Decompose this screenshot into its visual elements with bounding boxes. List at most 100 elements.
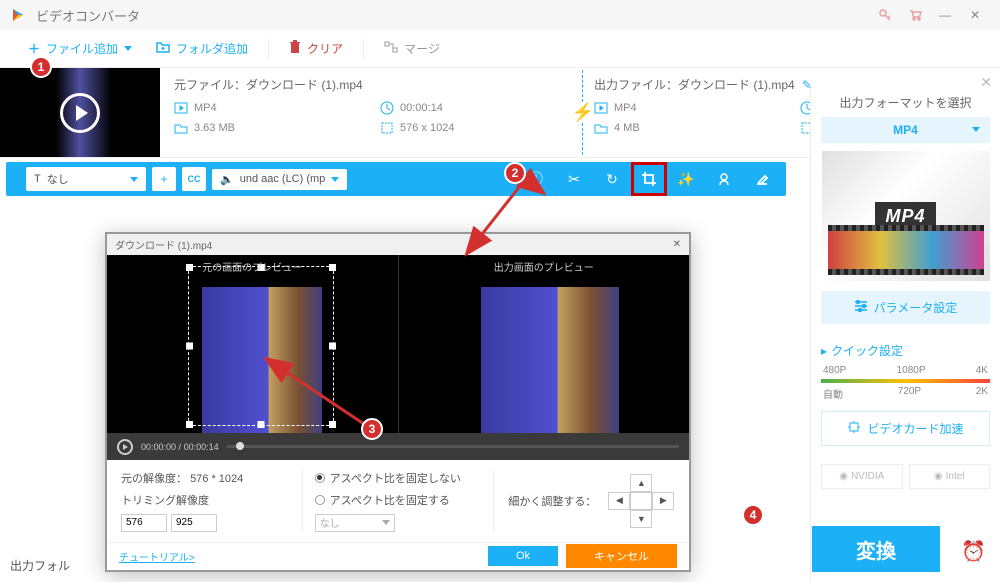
out-size: 4 MB — [594, 121, 780, 135]
cut-icon[interactable]: ✂ — [558, 165, 590, 193]
sidebar-output-format: 出力フォーマットを選択 MP4 MP4 パラメータ設定 ▸クイック設定 480P… — [810, 88, 1000, 582]
aspect-free-radio[interactable]: アスペクト比を固定しない — [315, 470, 482, 486]
out-container: MP4 — [594, 101, 780, 115]
schedule-icon[interactable]: ⏰ — [961, 539, 986, 564]
action-bar: ＋ ファイル追加 フォルダ追加 クリア マージ — [0, 30, 1000, 68]
chip-icon — [847, 420, 861, 437]
src-container: MP4 — [174, 101, 360, 115]
play-icon — [60, 93, 100, 133]
nudge-down-button[interactable]: ▼ — [630, 510, 652, 528]
timeline-track[interactable] — [227, 445, 679, 448]
subtitle-value: なし — [47, 171, 69, 187]
timeline-time: 00:00:00 / 00:00:14 — [141, 442, 219, 452]
src-resolution: 576 x 1024 — [380, 121, 566, 135]
format-dropdown[interactable]: MP4 — [821, 117, 990, 143]
bolt-icon: ⚡ — [572, 102, 594, 123]
crop-selection-box[interactable] — [188, 266, 333, 427]
timeline-knob[interactable] — [236, 442, 244, 450]
hw-accel-button[interactable]: ビデオカード加速 — [821, 411, 990, 446]
add-folder-label: フォルダ追加 — [176, 40, 248, 57]
source-file-title: 元ファイル：ダウンロード (1).mp4 — [174, 76, 566, 93]
watermark-icon[interactable] — [708, 165, 740, 193]
q-1080p: 1080P — [897, 365, 926, 376]
orig-res-row: 元の解像度： 576 * 1024 — [121, 470, 288, 486]
q-4k: 4K — [976, 365, 988, 376]
audio-track-value: und aac (LC) (mp — [240, 173, 326, 185]
annotation-badge-4: 4 — [742, 504, 764, 526]
sidebar-title: 出力フォーマットを選択 — [821, 94, 990, 111]
cart-icon[interactable] — [900, 0, 930, 30]
src-duration: 00:00:14 — [380, 101, 566, 115]
divider — [363, 39, 364, 59]
q-auto: 自動 — [823, 386, 843, 401]
trim-res-label: トリミング解像度 — [121, 492, 288, 508]
dialog-close-button[interactable]: ✕ — [673, 239, 681, 250]
edit-toolstrip: T なし + CC 🔈 und aac (LC) (mp ⓘ ✂ ↻ ✨ — [6, 162, 786, 196]
format-value: MP4 — [893, 123, 918, 137]
chevron-down-icon — [382, 520, 390, 525]
add-file-label: ファイル追加 — [46, 40, 118, 57]
trim-width-input[interactable] — [121, 514, 167, 532]
sliders-icon — [854, 300, 868, 315]
nudge-left-button[interactable]: ◀ — [608, 492, 630, 510]
marker-icon[interactable] — [746, 165, 778, 193]
output-folder-label: 出力フォル — [10, 557, 800, 574]
chevron-down-icon — [130, 177, 138, 182]
format-thumbnail: MP4 — [822, 151, 990, 281]
intel-badge: ◉Intel — [909, 464, 991, 489]
speaker-icon: 🔈 — [220, 173, 234, 186]
conversion-arrow: ⚡ — [572, 68, 594, 157]
output-preview-label: 出力画面のプレビュー — [494, 259, 594, 274]
aspect-ratio-dropdown[interactable]: なし — [315, 514, 395, 532]
audio-track-dropdown[interactable]: 🔈 und aac (LC) (mp — [212, 169, 347, 190]
annotation-badge-1: 1 — [30, 56, 52, 78]
hw-label: ビデオカード加速 — [867, 420, 963, 437]
timeline-play-button[interactable] — [117, 439, 133, 455]
minimize-button[interactable]: — — [930, 0, 960, 30]
nudge-up-button[interactable]: ▲ — [630, 474, 652, 492]
dialog-preview-area: 元の画面のプレビュー 出力画面のプレビュー — [107, 255, 689, 433]
output-preview-pane: 出力画面のプレビュー — [399, 255, 690, 433]
rotate-icon[interactable]: ↻ — [596, 165, 628, 193]
merge-icon — [384, 41, 398, 56]
chevron-down-icon — [331, 177, 339, 182]
close-button[interactable]: ✕ — [960, 0, 990, 30]
add-folder-button[interactable]: フォルダ追加 — [148, 36, 256, 61]
clear-label: クリア — [307, 40, 343, 57]
aspect-lock-radio[interactable]: アスペクト比を固定する — [315, 492, 482, 508]
subtitle-dropdown[interactable]: T なし — [26, 167, 146, 191]
text-icon: T — [34, 173, 41, 185]
arrow-pad: ▲ ◀ ▶ ▼ — [608, 474, 674, 528]
cc-button[interactable]: CC — [182, 167, 206, 191]
nvidia-badge: ◉NVIDIA — [821, 464, 903, 489]
dialog-timeline[interactable]: 00:00:00 / 00:00:14 — [107, 433, 689, 459]
divider — [268, 39, 269, 59]
clear-button[interactable]: クリア — [281, 36, 351, 61]
app-logo-icon — [10, 7, 26, 23]
trash-icon — [289, 40, 301, 57]
source-preview-pane[interactable]: 元の画面のプレビュー — [107, 255, 399, 433]
app-title: ビデオコンバータ — [36, 6, 140, 25]
plus-icon: ＋ — [28, 40, 40, 57]
crop-dialog: ダウンロード (1).mp4 ✕ 元の画面のプレビュー 出力画面のプレビュー 0… — [105, 232, 691, 572]
video-thumbnail[interactable] — [0, 68, 160, 157]
source-preview-label: 元の画面のプレビュー — [202, 259, 302, 274]
add-subtitle-button[interactable]: + — [152, 167, 176, 191]
convert-button[interactable]: 変換 — [812, 526, 940, 572]
fine-adjust-label: 細かく調整する： — [508, 493, 596, 509]
titlebar: ビデオコンバータ — ✕ — [0, 0, 1000, 30]
src-size: 3.63 MB — [174, 121, 360, 135]
nudge-right-button[interactable]: ▶ — [652, 492, 674, 510]
key-icon[interactable] — [870, 0, 900, 30]
nudge-center — [630, 492, 652, 510]
quality-slider[interactable]: 480P 1080P 4K 自動 720P 2K — [821, 365, 990, 401]
crop-button[interactable] — [634, 165, 664, 193]
merge-button[interactable]: マージ — [376, 36, 448, 61]
trim-height-input[interactable] — [171, 514, 217, 532]
quick-settings-title: ▸クイック設定 — [821, 342, 990, 359]
dialog-options: 元の解像度： 576 * 1024 トリミング解像度 アスペクト比を固定しない … — [107, 460, 689, 542]
effects-icon[interactable]: ✨ — [670, 165, 702, 193]
merge-label: マージ — [404, 40, 440, 57]
q-720p: 720P — [898, 386, 921, 401]
parameter-settings-button[interactable]: パラメータ設定 — [821, 291, 990, 324]
